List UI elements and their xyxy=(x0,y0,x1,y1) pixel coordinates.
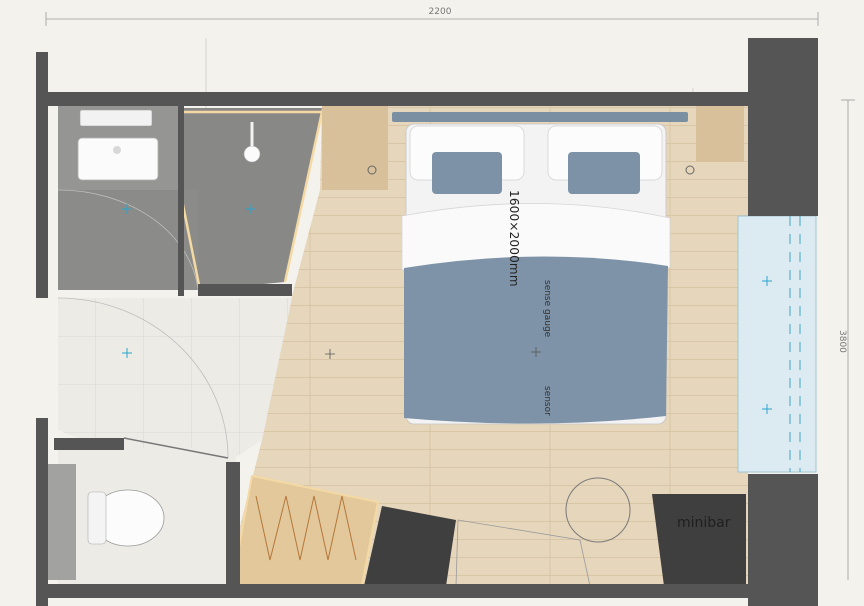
shower-floor xyxy=(178,108,322,290)
shower-head xyxy=(243,145,261,163)
window-glazing xyxy=(737,215,817,473)
toilet-seat-back xyxy=(87,491,107,545)
cushion-right xyxy=(568,152,640,194)
sink-drain xyxy=(113,146,121,154)
duvet xyxy=(404,256,668,424)
entry-floor xyxy=(58,298,292,460)
floor-plan xyxy=(36,12,855,606)
bedside-right xyxy=(696,106,744,162)
vanity-floor xyxy=(58,190,198,290)
minibar-unit xyxy=(652,494,746,586)
dimension-right-label: 3800 xyxy=(837,330,847,353)
cushion-left xyxy=(432,152,502,194)
sink-counter xyxy=(79,109,153,127)
sink-basin xyxy=(77,137,159,181)
bed-sensor-label: sensor xyxy=(542,386,552,416)
bed-note-label: sense gauge xyxy=(542,280,552,338)
dimension-top-label: 2200 xyxy=(428,7,452,17)
minibar-label: minibar xyxy=(677,515,731,531)
bed-size-label: 1600×2000mm xyxy=(507,190,521,287)
bed-headboard xyxy=(392,112,688,122)
headboard-shelf xyxy=(322,106,388,190)
toilet-tank xyxy=(48,464,76,580)
